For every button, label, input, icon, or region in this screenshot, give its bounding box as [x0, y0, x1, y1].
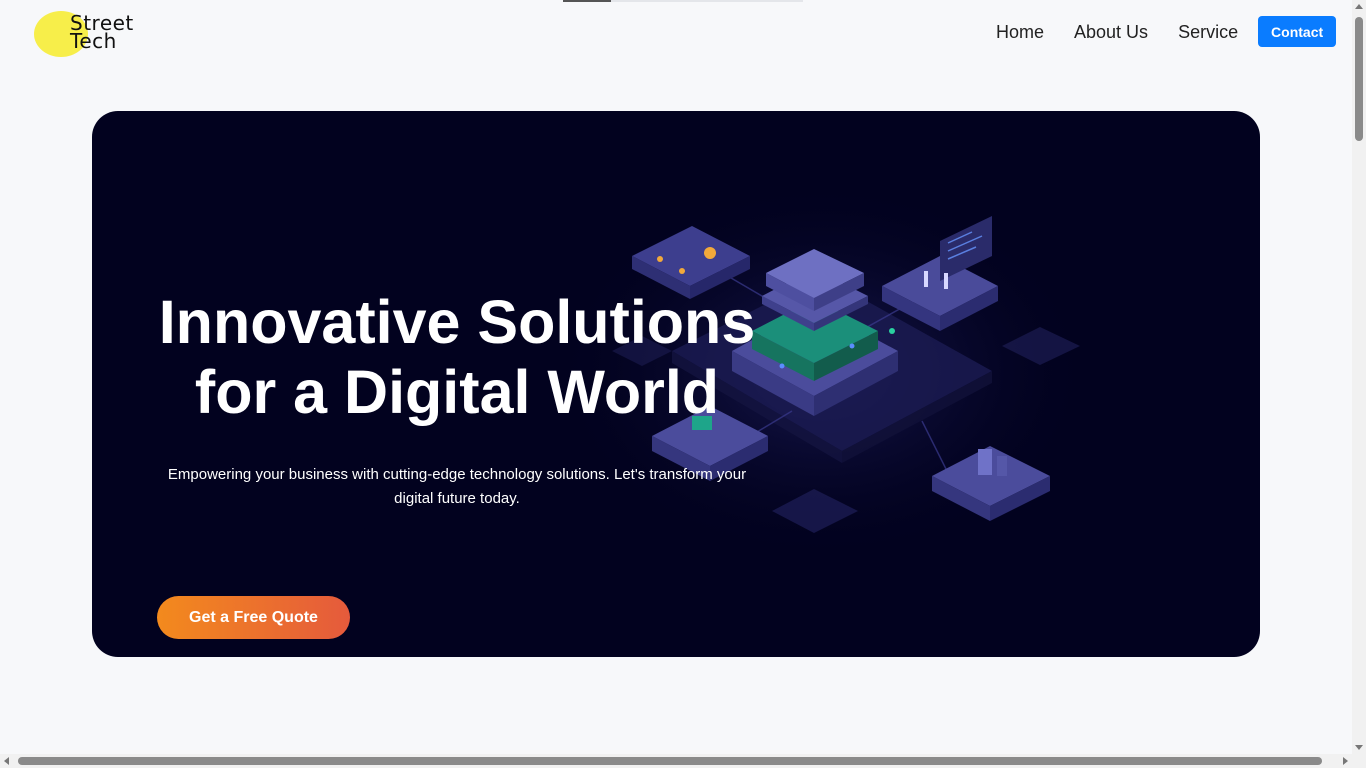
nav-service[interactable]: Service: [1168, 20, 1238, 44]
scroll-up-icon[interactable]: [1355, 4, 1363, 9]
hero-subtitle: Empowering your business with cutting-ed…: [167, 466, 747, 507]
logo[interactable]: Street Tech: [34, 10, 154, 58]
vertical-scroll-thumb[interactable]: [1355, 17, 1363, 141]
hero-title-line-2: for a Digital World: [194, 358, 720, 426]
navbar: Street Tech Home About Us Service Contac…: [0, 0, 1352, 70]
scroll-right-icon[interactable]: [1343, 757, 1348, 765]
scrollbar-corner: [1352, 754, 1366, 768]
scroll-left-icon[interactable]: [4, 757, 9, 765]
horizontal-scroll-thumb[interactable]: [18, 757, 1322, 765]
horizontal-scrollbar[interactable]: [0, 754, 1352, 768]
hero-title-line-1: Innovative Solutions: [158, 288, 756, 356]
get-quote-button[interactable]: Get a Free Quote: [157, 596, 350, 639]
contact-button[interactable]: Contact: [1258, 16, 1337, 47]
nav-home[interactable]: Home: [986, 20, 1044, 44]
scroll-down-icon[interactable]: [1355, 745, 1363, 750]
vertical-scrollbar[interactable]: [1352, 0, 1366, 754]
nav-links: Home About Us Service Contact: [986, 16, 1337, 47]
hero-title: Innovative Solutions for a Digital World: [152, 287, 762, 427]
nav-about-us[interactable]: About Us: [1064, 20, 1148, 44]
logo-text: Street Tech: [70, 13, 134, 51]
hero-section: Innovative Solutions for a Digital World…: [92, 111, 1260, 657]
